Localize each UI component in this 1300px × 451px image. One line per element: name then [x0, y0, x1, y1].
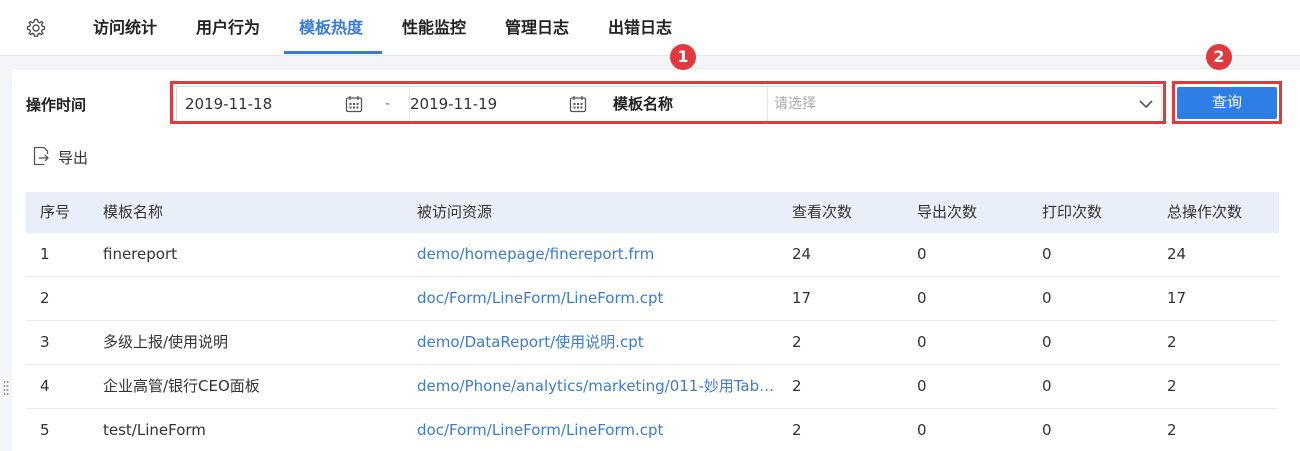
table-header: 序号 模板名称 被访问资源 查看次数 导出次数 打印次数 总操作次数 [26, 192, 1279, 233]
header-views[interactable]: 查看次数 [792, 192, 902, 233]
resource-link[interactable]: doc/Form/LineForm/LineForm.cpt [417, 277, 781, 319]
header-resource[interactable]: 被访问资源 [417, 192, 781, 233]
cell-exports: 0 [917, 289, 927, 307]
cell-index: 5 [40, 421, 50, 439]
cell-exports: 0 [917, 421, 927, 439]
header-template-name[interactable]: 模板名称 [103, 192, 403, 233]
top-nav: 访问统计 用户行为 模板热度 性能监控 管理日志 出错日志 [0, 0, 1300, 56]
cell-total-ops: 2 [1167, 421, 1177, 439]
resize-grip-icon[interactable] [3, 380, 9, 396]
cell-template-name: 多级上报/使用说明 [103, 333, 229, 351]
cell-prints: 0 [1042, 421, 1052, 439]
callout-badge-2: 2 [1206, 44, 1232, 70]
resource-link[interactable]: demo/DataReport/使用说明.cpt [417, 321, 781, 363]
cell-template-name: 企业高管/银行CEO面板 [103, 377, 260, 395]
tab-user-behavior[interactable]: 用户行为 [196, 18, 260, 38]
header-exports[interactable]: 导出次数 [917, 192, 1027, 233]
cell-total-ops: 17 [1167, 289, 1187, 307]
table-row: 4 企业高管/银行CEO面板 demo/Phone/analytics/mark… [26, 365, 1279, 409]
cell-index: 3 [40, 333, 50, 351]
cell-views: 24 [792, 245, 812, 263]
callout-badge-1: 1 [670, 44, 696, 70]
export-label: 导出 [58, 149, 89, 167]
highlight-box-filters [170, 81, 1166, 124]
resource-link[interactable]: demo/homepage/finereport.frm [417, 233, 781, 275]
cell-total-ops: 2 [1167, 377, 1177, 395]
header-prints[interactable]: 打印次数 [1042, 192, 1152, 233]
cell-index: 1 [40, 245, 50, 263]
cell-index: 2 [40, 289, 50, 307]
cell-views: 2 [792, 377, 802, 395]
table-row: 3 多级上报/使用说明 demo/DataReport/使用说明.cpt 2 0… [26, 321, 1279, 365]
tab-visit-stats[interactable]: 访问统计 [93, 18, 157, 38]
cell-index: 4 [40, 377, 50, 395]
highlight-box-query [1172, 81, 1282, 124]
cell-prints: 0 [1042, 245, 1052, 263]
cell-prints: 0 [1042, 333, 1052, 351]
content-gutter [0, 56, 1300, 68]
active-tab-indicator [284, 51, 382, 54]
cell-views: 2 [792, 421, 802, 439]
cell-exports: 0 [917, 245, 927, 263]
operation-time-label: 操作时间 [26, 96, 87, 114]
cell-views: 2 [792, 333, 802, 351]
gear-icon[interactable] [26, 18, 46, 38]
cell-exports: 0 [917, 377, 927, 395]
cell-template-name: test/LineForm [103, 421, 206, 439]
resource-link[interactable]: demo/Phone/analytics/marketing/011-妙用Tab… [417, 365, 781, 407]
table-row: 5 test/LineForm doc/Form/LineForm/LineFo… [26, 409, 1279, 451]
cell-template-name: finereport [103, 245, 177, 263]
cell-prints: 0 [1042, 289, 1052, 307]
cell-total-ops: 24 [1167, 245, 1187, 263]
table-row: 1 finereport demo/homepage/finereport.fr… [26, 233, 1279, 277]
cell-prints: 0 [1042, 377, 1052, 395]
cell-views: 17 [792, 289, 812, 307]
header-index[interactable]: 序号 [40, 192, 90, 233]
table-row: 2 doc/Form/LineForm/LineForm.cpt 17 0 0 … [26, 277, 1279, 321]
cell-total-ops: 2 [1167, 333, 1177, 351]
tab-admin-log[interactable]: 管理日志 [505, 18, 569, 38]
tab-template-heat[interactable]: 模板热度 [299, 18, 363, 38]
tab-error-log[interactable]: 出错日志 [608, 18, 672, 38]
tab-performance[interactable]: 性能监控 [402, 18, 466, 38]
cell-exports: 0 [917, 333, 927, 351]
resource-link[interactable]: doc/Form/LineForm/LineForm.cpt [417, 409, 781, 451]
header-total-ops[interactable]: 总操作次数 [1167, 192, 1277, 233]
export-icon [33, 146, 49, 166]
